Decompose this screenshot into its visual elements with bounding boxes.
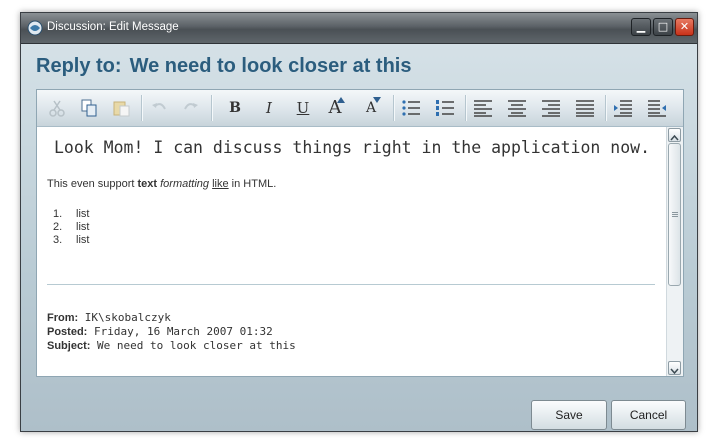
redo-button[interactable] bbox=[179, 96, 203, 120]
outdent-icon bbox=[648, 100, 666, 117]
indent-button[interactable] bbox=[611, 96, 635, 120]
message-paragraph: This even support text formatting like i… bbox=[47, 178, 276, 190]
chevron-down-icon bbox=[670, 368, 679, 375]
indent-icon bbox=[614, 100, 632, 117]
dialog-body: Reply to: We need to look closer at this bbox=[21, 44, 697, 431]
para-italic-text: formatting bbox=[160, 178, 210, 190]
meta-posted: Posted: Friday, 16 March 2007 01:32 bbox=[47, 325, 296, 339]
bullet-list-button[interactable] bbox=[399, 96, 423, 120]
format-toolbar: B I U A A bbox=[37, 90, 683, 127]
reply-subject: We need to look closer at this bbox=[129, 55, 412, 77]
save-button[interactable]: Save bbox=[531, 400, 607, 430]
scroll-thumb[interactable] bbox=[668, 143, 681, 286]
underline-button[interactable]: U bbox=[291, 96, 315, 120]
list-item: 2. list bbox=[47, 221, 89, 234]
quote-divider bbox=[47, 284, 655, 285]
meta-value: Friday, 16 March 2007 01:32 bbox=[87, 325, 273, 338]
paste-icon bbox=[113, 101, 130, 117]
meta-label: From: bbox=[47, 312, 79, 324]
copy-button[interactable] bbox=[77, 96, 101, 120]
cancel-button[interactable]: Cancel bbox=[611, 400, 686, 430]
reply-heading: Reply to: We need to look closer at this bbox=[36, 55, 411, 78]
align-center-button[interactable] bbox=[505, 96, 529, 120]
align-left-button[interactable] bbox=[471, 96, 495, 120]
minimize-button[interactable]: ▁ bbox=[631, 18, 651, 36]
ordered-list: 1. list 2. list 3. list bbox=[47, 208, 89, 247]
meta-label: Posted: bbox=[47, 326, 88, 338]
scroll-down-button[interactable] bbox=[668, 361, 681, 375]
shrink-font-button[interactable]: A bbox=[359, 96, 383, 120]
paste-button[interactable] bbox=[109, 96, 133, 120]
list-item: 3. list bbox=[47, 234, 89, 247]
numbered-list-icon bbox=[436, 100, 454, 116]
list-text: list bbox=[76, 234, 90, 246]
align-left-icon bbox=[474, 100, 492, 117]
cut-button[interactable] bbox=[45, 96, 69, 120]
close-icon: ✕ bbox=[679, 20, 690, 33]
justify-icon bbox=[576, 100, 594, 117]
outdent-button[interactable] bbox=[645, 96, 669, 120]
list-item: 1. list bbox=[47, 208, 89, 221]
minimize-icon: ▁ bbox=[636, 20, 646, 33]
list-number: 2. bbox=[53, 221, 63, 233]
meta-value: We need to look closer at this bbox=[90, 339, 296, 352]
para-text: This even support bbox=[47, 178, 138, 190]
align-center-icon bbox=[508, 100, 526, 117]
italic-button[interactable]: I bbox=[257, 96, 281, 120]
arrow-down-icon bbox=[373, 97, 381, 103]
redo-icon bbox=[184, 103, 198, 110]
editor-content[interactable]: Look Mom! I can discuss things right in … bbox=[37, 127, 667, 376]
maximize-button[interactable]: □ bbox=[653, 18, 673, 36]
grow-font-button[interactable]: A bbox=[323, 96, 347, 120]
meta-value: IK\skobalczyk bbox=[78, 311, 171, 324]
align-right-button[interactable] bbox=[539, 96, 563, 120]
list-text: list bbox=[76, 208, 90, 220]
undo-button[interactable] bbox=[147, 96, 171, 120]
title-bar[interactable]: Discussion: Edit Message ▁ □ ✕ bbox=[21, 13, 697, 44]
align-right-icon bbox=[542, 100, 560, 117]
close-button[interactable]: ✕ bbox=[675, 18, 694, 36]
quoted-header: From: IK\skobalczyk Posted: Friday, 16 M… bbox=[47, 311, 296, 353]
bullet-list-icon bbox=[402, 100, 420, 116]
meta-subject: Subject: We need to look closer at this bbox=[47, 339, 296, 353]
para-bold-text: text bbox=[137, 178, 158, 190]
meta-from: From: IK\skobalczyk bbox=[47, 311, 296, 325]
list-text: list bbox=[76, 221, 90, 233]
arrow-up-icon bbox=[337, 97, 345, 103]
reply-prefix: Reply to: bbox=[36, 55, 122, 77]
scissors-icon bbox=[49, 100, 65, 117]
dialog-window: Discussion: Edit Message ▁ □ ✕ Reply to:… bbox=[20, 12, 698, 432]
vertical-scrollbar[interactable] bbox=[666, 127, 683, 376]
meta-label: Subject: bbox=[47, 340, 91, 352]
para-text: in HTML. bbox=[228, 178, 277, 190]
window-title: Discussion: Edit Message bbox=[47, 21, 179, 33]
list-number: 1. bbox=[53, 208, 63, 220]
maximize-icon: □ bbox=[657, 20, 669, 33]
justify-button[interactable] bbox=[573, 96, 597, 120]
bold-button[interactable]: B bbox=[223, 96, 247, 120]
message-title-line: Look Mom! I can discuss things right in … bbox=[53, 138, 651, 157]
para-underline-text: like bbox=[212, 178, 229, 190]
message-editor: B I U A A Look Mom! I can discuss things… bbox=[36, 89, 684, 377]
list-number: 3. bbox=[53, 234, 63, 246]
numbered-list-button[interactable] bbox=[433, 96, 457, 120]
app-icon bbox=[27, 20, 43, 36]
undo-icon bbox=[152, 103, 166, 110]
copy-icon bbox=[81, 99, 97, 117]
scroll-up-button[interactable] bbox=[668, 128, 681, 142]
